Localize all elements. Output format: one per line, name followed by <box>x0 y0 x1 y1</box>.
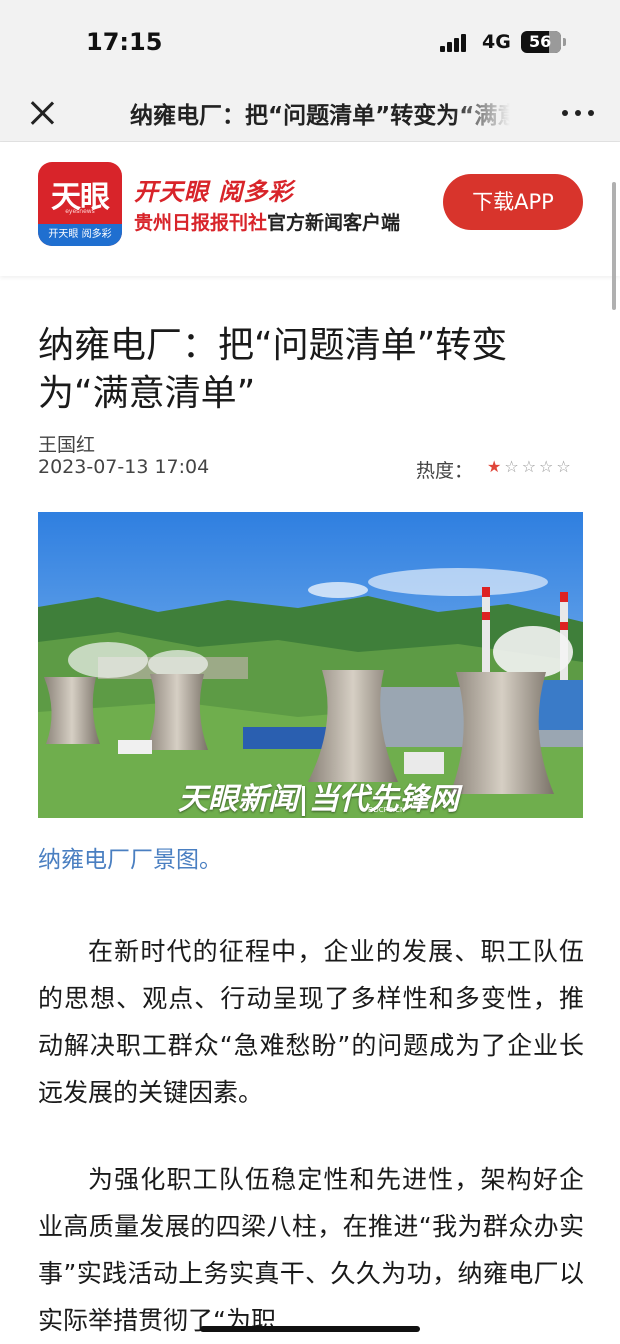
banner-subtitle: 贵州日报报刊社官方新闻客户端 <box>134 208 400 235</box>
power-plant-photo <box>38 512 583 818</box>
article-paragraph: 为强化职工队伍稳定性和先进性，架构好企业高质量发展的四梁八柱，在推进“我为群众办… <box>38 1165 584 1335</box>
image-watermark-small: DDCPC.CN <box>368 806 406 814</box>
app-banner[interactable]: 天眼 eyesnews 开天眼 阅多彩 开天眼 阅多彩 贵州日报报刊社官方新闻客… <box>0 142 620 276</box>
network-type: 4G <box>482 31 511 53</box>
article-paragraph: 在新时代的征程中，企业的发展、职工队伍的思想、观点、行动呈现了多样性和多变性，推… <box>38 937 584 1107</box>
status-bar: 17:15 4G 56 <box>0 0 620 84</box>
banner-publisher: 贵州日报报刊社 <box>134 212 268 234</box>
article-date: 2023-07-13 17:04 <box>38 456 210 478</box>
logo-bar-text: 开天眼 阅多彩 <box>38 224 122 246</box>
scrollbar[interactable] <box>612 182 616 310</box>
banner-slogan: 开天眼 阅多彩 <box>134 178 294 206</box>
close-icon[interactable] <box>28 98 56 126</box>
image-watermark: 天眼新闻|当代先锋网 <box>178 782 459 817</box>
star-filled-icon: ★ <box>487 457 502 476</box>
image-caption: 纳雍电厂厂景图。 <box>38 847 222 873</box>
star-empty-icon: ☆ <box>556 457 571 476</box>
download-app-button[interactable]: 下载APP <box>443 174 583 230</box>
battery-icon: 56 <box>521 31 566 53</box>
article-title: 纳雍电厂：把“问题清单”转变为“满意清单” <box>38 325 508 414</box>
home-indicator[interactable] <box>200 1326 420 1332</box>
logo-subtext: eyesnews <box>65 208 95 215</box>
status-time: 17:15 <box>86 28 163 56</box>
star-empty-icon: ☆ <box>521 457 537 476</box>
star-empty-icon: ☆ <box>539 457 554 476</box>
more-icon[interactable] <box>562 110 596 118</box>
article-hero-image[interactable]: 天眼新闻|当代先锋网 DDCPC.CN <box>38 512 583 818</box>
article-author: 王国红 <box>38 434 96 456</box>
heat-label: 热度： <box>416 460 474 482</box>
star-empty-icon: ☆ <box>504 457 519 476</box>
banner-client-label: 官方新闻客户端 <box>267 212 401 234</box>
signal-icon <box>440 34 472 52</box>
nav-title: 纳雍电厂：把“问题清单”转变为“满意清单” <box>130 103 510 129</box>
nav-bar: 纳雍电厂：把“问题清单”转变为“满意清单” <box>0 84 620 142</box>
heat-rating: ★ ☆ ☆ ☆ ☆ <box>487 457 571 477</box>
battery-level: 56 <box>529 32 552 51</box>
app-logo: 天眼 eyesnews 开天眼 阅多彩 <box>38 162 122 246</box>
